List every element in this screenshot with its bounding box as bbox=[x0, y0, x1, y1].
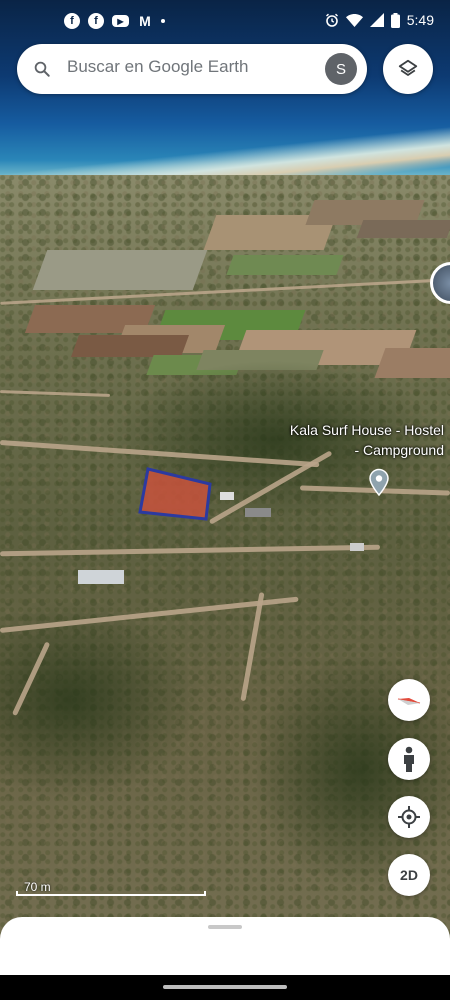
wifi-icon bbox=[345, 13, 363, 27]
notification-icons: f f ▶ M bbox=[64, 13, 165, 29]
alarm-icon bbox=[325, 13, 338, 27]
my-location-icon bbox=[398, 806, 420, 828]
compass-button[interactable] bbox=[388, 679, 430, 721]
place-pin-icon[interactable] bbox=[368, 468, 390, 496]
facebook-icon: f bbox=[64, 13, 80, 29]
dot-icon bbox=[161, 19, 165, 23]
my-location-button[interactable] bbox=[388, 796, 430, 838]
gmail-icon: M bbox=[139, 13, 151, 29]
sheet-drag-handle[interactable] bbox=[208, 925, 242, 929]
system-navigation-bar bbox=[0, 975, 450, 1000]
status-bar: f f ▶ M 5:49 bbox=[0, 0, 450, 42]
street-view-button[interactable] bbox=[388, 738, 430, 780]
bottom-sheet[interactable] bbox=[0, 917, 450, 975]
parcel-shape[interactable] bbox=[138, 467, 212, 521]
battery-icon bbox=[390, 12, 400, 28]
scale-line bbox=[16, 891, 206, 896]
signal-icon bbox=[369, 13, 384, 27]
place-label[interactable]: Kala Surf House - Hostel - Campground bbox=[284, 420, 444, 460]
layers-button[interactable] bbox=[383, 44, 433, 94]
youtube-icon: ▶ bbox=[112, 15, 129, 27]
facebook-icon: f bbox=[88, 13, 104, 29]
search-icon[interactable] bbox=[33, 60, 51, 78]
scale-bar: 70 m bbox=[16, 880, 206, 896]
account-avatar[interactable]: S bbox=[325, 53, 357, 85]
layers-icon bbox=[398, 59, 418, 76]
home-gesture-pill[interactable] bbox=[163, 985, 287, 989]
search-input[interactable] bbox=[67, 57, 307, 77]
view-mode-toggle[interactable]: 2D bbox=[388, 854, 430, 896]
clock-time: 5:49 bbox=[406, 12, 434, 28]
compass-icon bbox=[397, 698, 421, 705]
pegman-icon bbox=[404, 746, 414, 772]
search-bar[interactable]: S bbox=[17, 44, 367, 94]
system-icons: 5:49 bbox=[325, 12, 434, 28]
